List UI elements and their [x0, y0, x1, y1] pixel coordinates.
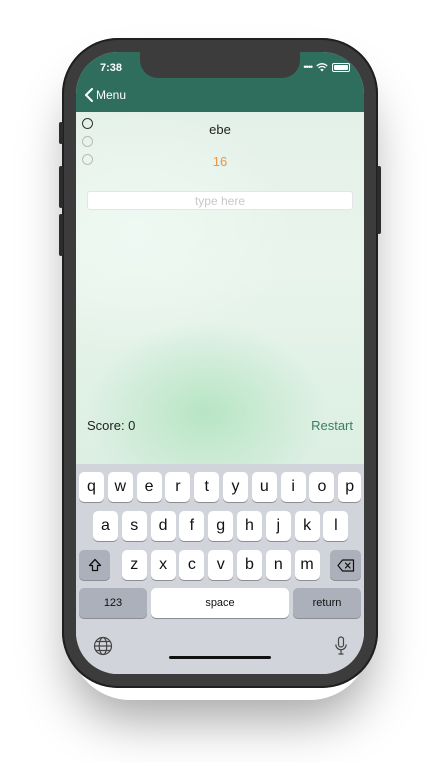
wifi-icon — [316, 62, 328, 71]
key-g[interactable]: g — [208, 511, 234, 541]
microphone-icon — [335, 636, 347, 655]
key-z[interactable]: z — [121, 550, 147, 580]
back-button[interactable]: Menu — [84, 88, 126, 102]
navigation-header: 7:38 •••• Menu — [76, 52, 364, 112]
globe-icon — [93, 636, 113, 656]
quiz-number: 16 — [212, 154, 228, 169]
dictation-button[interactable] — [330, 635, 352, 657]
key-n[interactable]: n — [265, 550, 291, 580]
back-label: Menu — [96, 88, 127, 102]
quiz-word: ebe — [209, 122, 231, 137]
volume-down-button — [59, 214, 63, 256]
key-f[interactable]: f — [179, 511, 205, 541]
home-indicator — [169, 656, 271, 659]
space-key[interactable]: space — [151, 588, 289, 618]
status-icons: •••• — [303, 62, 350, 72]
key-v[interactable]: v — [208, 550, 234, 580]
key-p[interactable]: p — [338, 472, 362, 502]
power-button — [377, 166, 381, 234]
shift-key[interactable] — [79, 550, 110, 580]
key-m[interactable]: m — [294, 550, 320, 580]
key-k[interactable]: k — [294, 511, 320, 541]
delete-icon — [336, 558, 354, 572]
notch — [140, 52, 300, 78]
key-b[interactable]: b — [237, 550, 262, 580]
keyboard: q w e r t y u i o p a s d f g h j k l z … — [76, 464, 364, 674]
key-e[interactable]: e — [136, 472, 162, 502]
mute-switch — [59, 122, 63, 144]
status-time: 7:38 — [100, 62, 123, 74]
shift-icon — [88, 558, 101, 572]
volume-up-button — [59, 166, 63, 208]
globe-button[interactable] — [92, 635, 114, 657]
screen: 7:38 •••• Menu ebe 16 Score: 0 Restart — [76, 52, 364, 674]
key-u[interactable]: u — [251, 472, 277, 502]
key-y[interactable]: y — [223, 472, 248, 502]
key-s[interactable]: s — [121, 511, 147, 541]
signal-icon: •••• — [303, 62, 313, 72]
key-t[interactable]: t — [194, 472, 220, 502]
key-h[interactable]: h — [237, 511, 262, 541]
battery-icon — [332, 62, 350, 72]
numbers-key[interactable]: 123 — [79, 588, 147, 618]
key-d[interactable]: d — [150, 511, 176, 541]
return-key[interactable]: return — [293, 588, 361, 618]
answer-input[interactable] — [87, 191, 353, 210]
key-c[interactable]: c — [179, 550, 205, 580]
key-x[interactable]: x — [150, 550, 176, 580]
chevron-left-icon — [85, 88, 93, 102]
key-i[interactable]: i — [280, 472, 306, 502]
delete-key[interactable] — [330, 550, 361, 580]
key-o[interactable]: o — [309, 472, 335, 502]
key-a[interactable]: a — [93, 511, 118, 541]
key-j[interactable]: j — [265, 511, 291, 541]
option-radio-2[interactable] — [82, 136, 93, 147]
key-r[interactable]: r — [165, 472, 191, 502]
key-w[interactable]: w — [107, 472, 133, 502]
quiz-content: ebe 16 Score: 0 Restart — [76, 112, 364, 464]
key-l[interactable]: l — [323, 511, 349, 541]
score-label: Score: 0 — [87, 418, 136, 433]
key-q[interactable]: q — [79, 472, 104, 502]
restart-button[interactable]: Restart — [311, 418, 353, 433]
